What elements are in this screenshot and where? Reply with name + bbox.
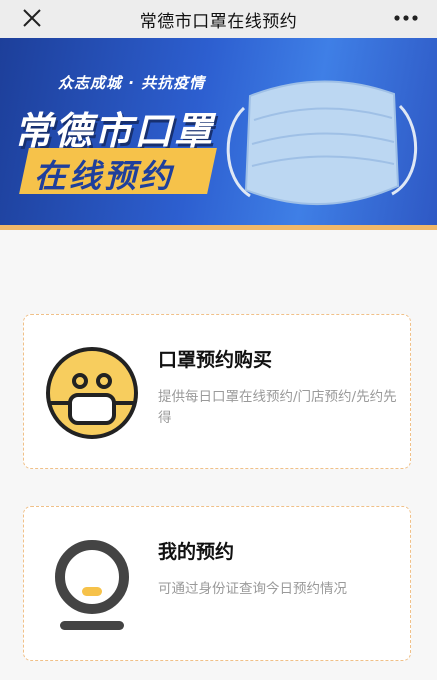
card-title: 口罩预约购买: [158, 349, 273, 371]
banner-stripe: [0, 225, 437, 230]
hero-banner: 众志成城 · 共抗疫情 常德市口罩 在线预约: [0, 38, 437, 230]
banner-slogan: 众志成城 · 共抗疫情: [58, 74, 206, 92]
user-profile-icon: [55, 540, 129, 630]
card-description: 提供每日口罩在线预约/门店预约/先约先得: [158, 389, 397, 426]
more-dots-icon[interactable]: [393, 10, 419, 26]
surgical-mask-icon: [226, 80, 418, 206]
card-title: 我的预约: [158, 541, 235, 563]
title-bar: 常德市口罩在线预约: [0, 0, 437, 38]
masked-face-icon: [46, 347, 138, 439]
banner-title: 常德市口罩: [14, 109, 215, 153]
banner-subtitle: 在线预约: [34, 157, 175, 195]
mask-reservation-card[interactable]: 口罩预约购买 提供每日口罩在线预约/门店预约/先约先得: [23, 314, 411, 469]
card-description: 可通过身份证查询今日预约情况: [158, 581, 347, 597]
my-reservation-card[interactable]: 我的预约 可通过身份证查询今日预约情况: [23, 506, 411, 661]
page-title: 常德市口罩在线预约: [139, 11, 298, 32]
close-icon[interactable]: [22, 8, 42, 28]
